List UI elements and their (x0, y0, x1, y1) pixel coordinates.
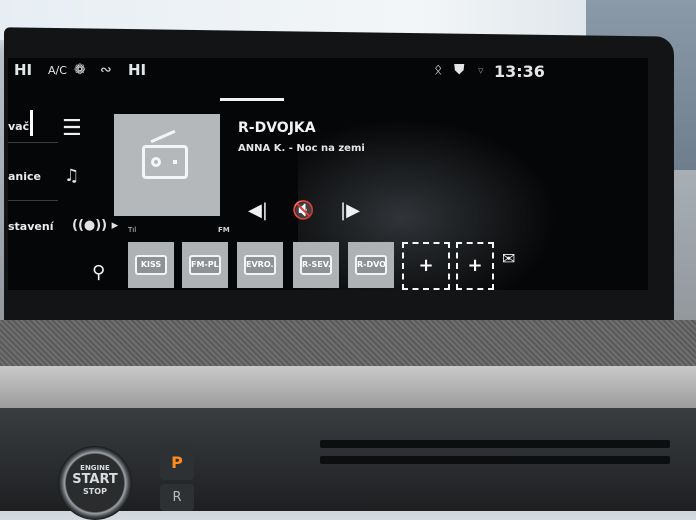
radio-icon (142, 145, 188, 179)
start-line-3: STOP (83, 487, 107, 496)
search-icon[interactable]: ⚲ (92, 262, 105, 283)
preset-label: FM-PL... (189, 255, 221, 275)
mute-icon[interactable]: 🔇 (292, 200, 314, 221)
sidebar-item-stations[interactable]: anice (8, 170, 41, 183)
preset-label: R-SEV... (300, 255, 332, 275)
sidebar-item-navigation[interactable]: vač (8, 120, 29, 133)
status-bar: HI A/C ❁ ∾ HI ᛟ ⛊ ▿ 13:36 (8, 58, 648, 86)
park-button[interactable]: P (160, 446, 194, 480)
seat-airflow-icon[interactable]: ∾ (100, 62, 112, 78)
preset-label: R-DVO... (355, 255, 387, 275)
station-name: R-DVOJKA (238, 120, 316, 136)
bluetooth-icon: ᛟ (434, 62, 443, 78)
next-icon[interactable]: |▶ (340, 200, 360, 221)
connected-car-icon: ⛊ (454, 62, 465, 78)
engine-start-button[interactable]: ENGINE START STOP (58, 446, 132, 520)
reverse-button[interactable]: R (160, 484, 194, 511)
previous-icon[interactable]: ◀| (248, 200, 268, 221)
active-indicator (30, 110, 33, 136)
preset-tile-2[interactable]: FM-PL... (182, 242, 228, 288)
preset-tile-1[interactable]: KISS (128, 242, 174, 288)
signal-strength: Tıl (128, 226, 137, 234)
preset-tile-4[interactable]: R-SEV... (293, 242, 339, 288)
air-vent[interactable] (320, 456, 670, 464)
preset-tile-3[interactable]: EVRO... (237, 242, 283, 288)
radio-broadcast-icon[interactable]: ((●)) ▸ (72, 218, 118, 233)
start-line-1: ENGINE (80, 464, 110, 472)
fan-icon[interactable]: ❁ (74, 62, 86, 78)
hamburger-menu-icon[interactable]: ☰ (62, 116, 82, 141)
infotainment-screen: HI A/C ❁ ∾ HI ᛟ ⛊ ▿ 13:36 ☰ vač anice st… (8, 58, 648, 290)
air-vent[interactable] (320, 440, 670, 448)
active-tab-indicator (220, 98, 284, 101)
add-preset-button-2[interactable]: + (456, 242, 494, 290)
preset-label: KISS (135, 255, 167, 275)
band-label: FM (218, 226, 230, 234)
signal-icon: ▿ (478, 64, 484, 77)
ac-button[interactable]: A/C (48, 64, 67, 77)
station-artwork (114, 114, 220, 216)
preset-tile-5[interactable]: R-DVO... (348, 242, 394, 288)
rds-text: ANNA K. - Noc na zemi (238, 143, 365, 154)
dashboard-fabric (0, 320, 696, 368)
start-line-2: START (72, 472, 118, 487)
temperature-left[interactable]: HI (14, 61, 32, 79)
dashboard-trim (0, 366, 696, 408)
sidebar-divider (8, 200, 58, 201)
clock: 13:36 (494, 62, 545, 81)
preset-label: EVRO... (244, 255, 276, 275)
folder-icon[interactable]: ✉ (502, 249, 515, 268)
music-source-icon[interactable]: ♫ (64, 166, 79, 186)
sidebar-item-settings[interactable]: stavení (8, 220, 53, 233)
temperature-right[interactable]: HI (128, 61, 146, 79)
sidebar-divider (8, 142, 58, 143)
add-preset-button[interactable]: + (402, 242, 450, 290)
